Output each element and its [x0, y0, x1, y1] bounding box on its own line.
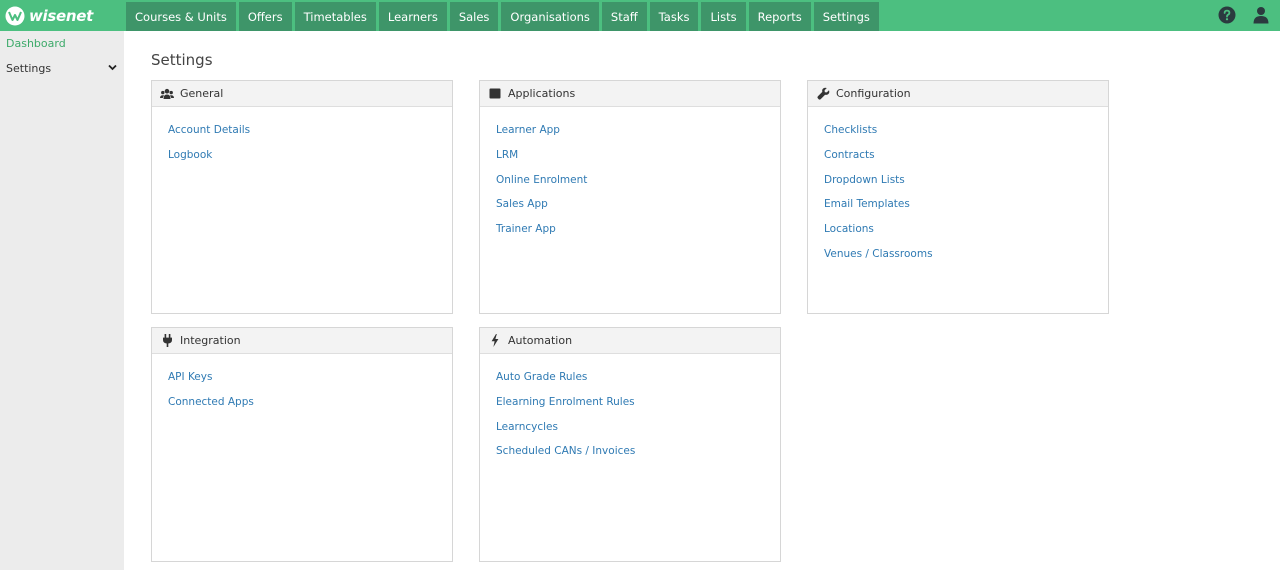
nav-reports[interactable]: Reports: [748, 2, 811, 31]
main-nav: Courses & Units Offers Timetables Learne…: [126, 2, 882, 31]
link-api-keys[interactable]: API Keys: [168, 370, 452, 395]
panel-header: General: [152, 81, 452, 107]
panel-title: Integration: [180, 334, 241, 347]
link-email-templates[interactable]: Email Templates: [824, 197, 1108, 222]
page-title: Settings: [151, 51, 213, 69]
nav-sales[interactable]: Sales: [449, 2, 499, 31]
link-learncycles[interactable]: Learncycles: [496, 420, 780, 445]
plug-icon: [160, 334, 174, 348]
users-group-icon: [160, 87, 174, 101]
sidebar-item-label: Dashboard: [6, 37, 66, 50]
link-contracts[interactable]: Contracts: [824, 148, 1108, 173]
panel-integration: Integration API Keys Connected Apps: [151, 327, 453, 562]
link-account-details[interactable]: Account Details: [168, 123, 452, 148]
panel-configuration: Configuration Checklists Contracts Dropd…: [807, 80, 1109, 314]
wisenet-logo[interactable]: wisenet: [5, 5, 93, 27]
wrench-icon: [816, 87, 830, 101]
link-scheduled-cans-invoices[interactable]: Scheduled CANs / Invoices: [496, 444, 780, 469]
panel-applications: Applications Learner App LRM Online Enro…: [479, 80, 781, 314]
nav-staff[interactable]: Staff: [601, 2, 647, 31]
sidebar-item-dashboard[interactable]: Dashboard: [0, 31, 124, 56]
brand-name: wisenet: [29, 7, 94, 25]
panel-header: Configuration: [808, 81, 1108, 107]
link-online-enrolment[interactable]: Online Enrolment: [496, 173, 780, 198]
nav-offers[interactable]: Offers: [238, 2, 292, 31]
panel-title: Automation: [508, 334, 573, 347]
link-auto-grade-rules[interactable]: Auto Grade Rules: [496, 370, 780, 395]
sidebar-item-settings[interactable]: Settings: [0, 56, 124, 81]
nav-courses-units[interactable]: Courses & Units: [126, 2, 236, 31]
link-trainer-app[interactable]: Trainer App: [496, 222, 780, 247]
nav-lists[interactable]: Lists: [701, 2, 746, 31]
top-navigation-bar: wisenet Courses & Units Offers Timetable…: [0, 0, 1280, 31]
link-elearning-enrolment-rules[interactable]: Elearning Enrolment Rules: [496, 395, 780, 420]
panel-title: Configuration: [836, 87, 911, 100]
window-icon: [488, 87, 502, 101]
link-lrm[interactable]: LRM: [496, 148, 780, 173]
nav-organisations[interactable]: Organisations: [501, 2, 599, 31]
panel-header: Automation: [480, 328, 780, 354]
nav-tasks[interactable]: Tasks: [649, 2, 699, 31]
nav-learners[interactable]: Learners: [378, 2, 447, 31]
panel-general: General Account Details Logbook: [151, 80, 453, 314]
wisenet-logo-icon: [5, 6, 25, 26]
sidebar-item-label: Settings: [6, 62, 52, 75]
nav-settings[interactable]: Settings: [813, 2, 879, 31]
link-checklists[interactable]: Checklists: [824, 123, 1108, 148]
panel-title: Applications: [508, 87, 576, 100]
panel-title: General: [180, 87, 224, 100]
link-logbook[interactable]: Logbook: [168, 148, 452, 173]
user-account-icon[interactable]: [1253, 6, 1269, 24]
link-dropdown-lists[interactable]: Dropdown Lists: [824, 173, 1108, 198]
help-icon[interactable]: [1218, 6, 1236, 24]
link-sales-app[interactable]: Sales App: [496, 197, 780, 222]
link-venues-classrooms[interactable]: Venues / Classrooms: [824, 247, 1108, 272]
top-right-icons: [1218, 6, 1269, 24]
link-locations[interactable]: Locations: [824, 222, 1108, 247]
chevron-down-icon: [108, 64, 117, 71]
panel-header: Integration: [152, 328, 452, 354]
sidebar: Dashboard Settings: [0, 31, 124, 570]
panel-automation: Automation Auto Grade Rules Elearning En…: [479, 327, 781, 562]
link-learner-app[interactable]: Learner App: [496, 123, 780, 148]
panel-header: Applications: [480, 81, 780, 107]
lightning-bolt-icon: [488, 334, 502, 348]
link-connected-apps[interactable]: Connected Apps: [168, 395, 452, 420]
nav-timetables[interactable]: Timetables: [294, 2, 376, 31]
